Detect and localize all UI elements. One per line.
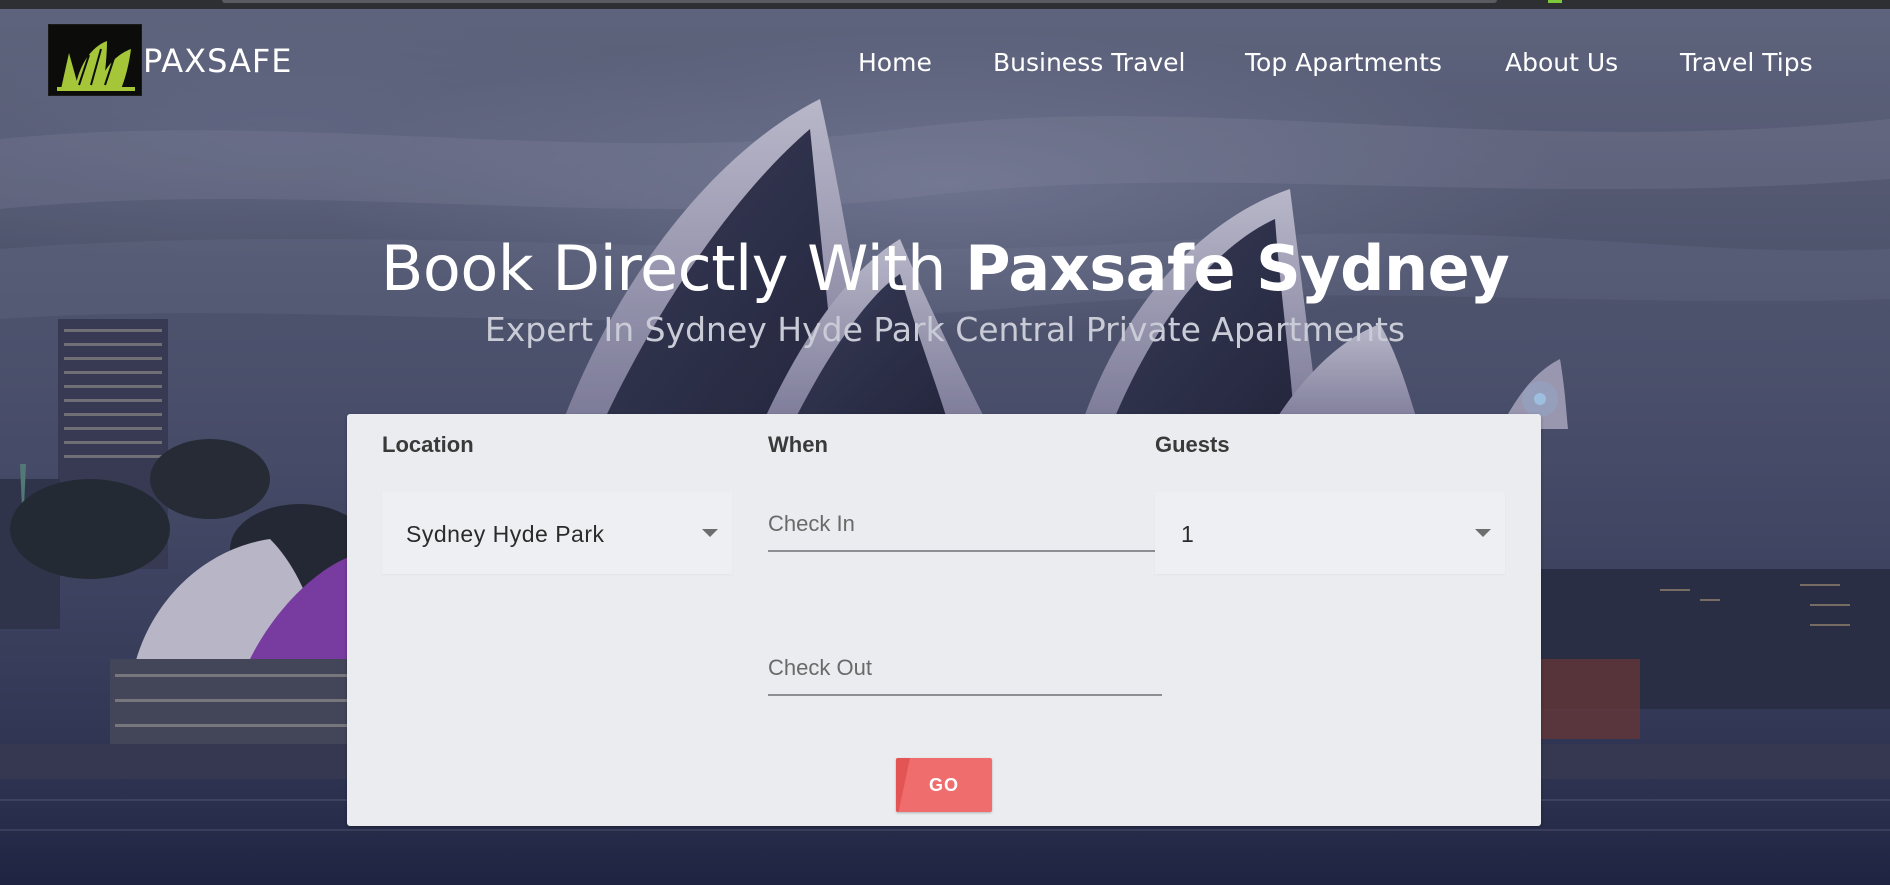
guests-select[interactable]: 1 bbox=[1155, 492, 1505, 574]
check-out-field[interactable] bbox=[768, 644, 1162, 696]
hero-subheadline: Expert In Sydney Hyde Park Central Priva… bbox=[484, 310, 1406, 349]
check-in-input[interactable] bbox=[768, 500, 1162, 548]
browser-tab-bar bbox=[222, 0, 1497, 3]
chevron-down-icon bbox=[1475, 529, 1491, 537]
go-button[interactable]: GO bbox=[896, 758, 992, 812]
button-shade bbox=[896, 758, 910, 812]
guests-label: Guests bbox=[1155, 432, 1230, 457]
logo[interactable] bbox=[48, 24, 142, 96]
nav-home[interactable]: Home bbox=[858, 48, 932, 77]
browser-top-strip bbox=[0, 0, 1890, 9]
go-button-label: GO bbox=[928, 774, 959, 795]
nav-about-us[interactable]: About Us bbox=[1505, 48, 1618, 77]
location-select[interactable]: Sydney Hyde Park bbox=[382, 492, 732, 574]
location-select-value: Sydney Hyde Park bbox=[406, 521, 605, 547]
brand-name[interactable]: PAXSAFE bbox=[143, 42, 292, 80]
when-label: When bbox=[768, 432, 828, 457]
nav-travel-tips[interactable]: Travel Tips bbox=[1680, 48, 1813, 77]
guests-select-value: 1 bbox=[1181, 521, 1195, 547]
nav-business-travel[interactable]: Business Travel bbox=[993, 48, 1186, 77]
nav-top-apartments[interactable]: Top Apartments bbox=[1245, 48, 1442, 77]
opera-house-logo-icon bbox=[57, 41, 135, 91]
status-indicator bbox=[1548, 0, 1562, 3]
check-in-field[interactable] bbox=[768, 500, 1162, 552]
location-label: Location bbox=[382, 432, 474, 457]
hero-headline: Book Directly With Paxsafe Sydney bbox=[0, 232, 1890, 305]
search-card: Location When Guests Sydney Hyde Park 1 … bbox=[347, 414, 1541, 826]
headline-lead: Book Directly With bbox=[380, 232, 966, 305]
check-out-input[interactable] bbox=[768, 644, 1162, 692]
chevron-down-icon bbox=[702, 529, 718, 537]
headline-strong: Paxsafe Sydney bbox=[965, 232, 1510, 305]
